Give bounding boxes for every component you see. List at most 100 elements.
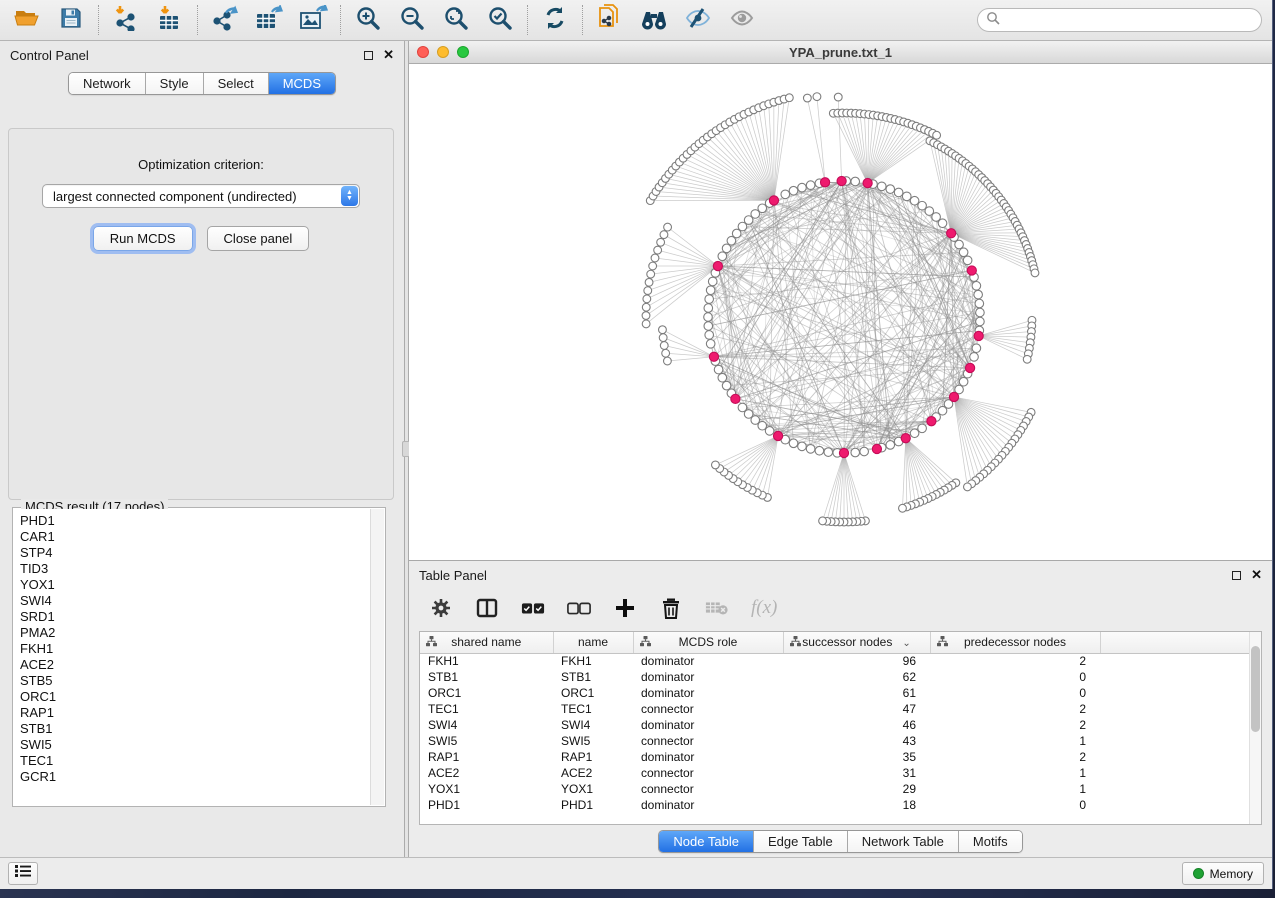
- cell-successor_nodes[interactable]: 35: [783, 749, 930, 765]
- cell-predecessor_nodes[interactable]: 1: [930, 733, 1100, 749]
- cell-successor_nodes[interactable]: 46: [783, 717, 930, 733]
- tab-edge-table[interactable]: Edge Table: [754, 831, 848, 852]
- cell-mcds_role[interactable]: connector: [633, 701, 783, 717]
- result-scrollbar[interactable]: [370, 509, 384, 805]
- cell-mcds_role[interactable]: dominator: [633, 653, 783, 669]
- leaf-node[interactable]: [654, 246, 662, 254]
- mcds-result-item[interactable]: PMA2: [20, 625, 364, 641]
- leaf-node[interactable]: [645, 278, 653, 286]
- cell-name[interactable]: ACE2: [553, 765, 633, 781]
- cell-predecessor_nodes[interactable]: 2: [930, 749, 1100, 765]
- save-session-button[interactable]: [56, 5, 86, 35]
- mcds-result-item[interactable]: RAP1: [20, 705, 364, 721]
- mcds-hub-node[interactable]: [872, 444, 881, 453]
- cell-predecessor_nodes[interactable]: 2: [930, 701, 1100, 717]
- cell-successor_nodes[interactable]: 47: [783, 701, 930, 717]
- table-row[interactable]: ACE2ACE2connector311: [420, 765, 1261, 781]
- cell-shared_name[interactable]: STB1: [420, 669, 553, 685]
- table-row[interactable]: YOX1YOX1connector291: [420, 781, 1261, 797]
- mcds-result-item[interactable]: GCR1: [20, 769, 364, 785]
- leaf-node[interactable]: [1031, 269, 1039, 277]
- mcds-result-item[interactable]: STB5: [20, 673, 364, 689]
- deselect-all-checkboxes-icon[interactable]: [567, 596, 591, 620]
- cell-predecessor_nodes[interactable]: 2: [930, 653, 1100, 669]
- cell-name[interactable]: TEC1: [553, 701, 633, 717]
- network-search-field[interactable]: [977, 8, 1262, 32]
- cell-mcds_role[interactable]: dominator: [633, 669, 783, 685]
- import-table-button[interactable]: [155, 5, 185, 35]
- float-panel-icon[interactable]: [364, 51, 373, 60]
- network-window-titlebar[interactable]: YPA_prune.txt_1: [409, 41, 1272, 64]
- network-node[interactable]: [955, 240, 964, 249]
- column-header-predecessor-nodes[interactable]: predecessor nodes: [930, 632, 1100, 653]
- network-node[interactable]: [722, 381, 731, 390]
- mcds-result-item[interactable]: TEC1: [20, 753, 364, 769]
- delete-table-icon[interactable]: [705, 596, 729, 620]
- cell-shared_name[interactable]: SWI4: [420, 717, 553, 733]
- table-row[interactable]: FKH1FKH1dominator962: [420, 653, 1261, 669]
- mcds-hub-node[interactable]: [949, 392, 958, 401]
- network-node[interactable]: [798, 442, 807, 451]
- network-graph[interactable]: [409, 64, 1271, 560]
- mcds-hub-node[interactable]: [769, 196, 778, 205]
- cell-shared_name[interactable]: TEC1: [420, 701, 553, 717]
- show-all-button[interactable]: [727, 5, 757, 35]
- network-node[interactable]: [706, 340, 715, 349]
- network-canvas[interactable]: [409, 64, 1272, 560]
- mcds-hub-node[interactable]: [839, 448, 848, 457]
- mcds-hub-node[interactable]: [947, 229, 956, 238]
- leaf-node[interactable]: [643, 295, 651, 303]
- network-node[interactable]: [718, 252, 727, 261]
- column-header-MCDS-role[interactable]: MCDS role: [633, 632, 783, 653]
- mcds-hub-node[interactable]: [927, 417, 936, 426]
- export-network-button[interactable]: [210, 5, 240, 35]
- cell-shared_name[interactable]: PHD1: [420, 797, 553, 813]
- mcds-result-item[interactable]: YOX1: [20, 577, 364, 593]
- tab-select[interactable]: Select: [204, 73, 269, 94]
- network-node[interactable]: [886, 185, 895, 194]
- leaf-node[interactable]: [662, 349, 670, 357]
- network-node[interactable]: [738, 403, 747, 412]
- tab-motifs[interactable]: Motifs: [959, 831, 1022, 852]
- tab-network-table[interactable]: Network Table: [848, 831, 959, 852]
- export-table-button[interactable]: [254, 5, 284, 35]
- network-node[interactable]: [976, 308, 985, 317]
- leaf-node[interactable]: [642, 320, 650, 328]
- zoom-out-button[interactable]: [397, 5, 427, 35]
- network-node[interactable]: [972, 344, 981, 353]
- network-node[interactable]: [765, 427, 774, 436]
- table-row[interactable]: STB1STB1dominator620: [420, 669, 1261, 685]
- leaf-node[interactable]: [659, 334, 667, 342]
- mcds-result-item[interactable]: ORC1: [20, 689, 364, 705]
- leaf-node[interactable]: [819, 517, 827, 525]
- memory-button[interactable]: Memory: [1182, 862, 1264, 885]
- leaf-node[interactable]: [785, 94, 793, 102]
- refresh-view-button[interactable]: [540, 5, 570, 35]
- search-network-button[interactable]: [639, 5, 669, 35]
- leaf-node[interactable]: [660, 231, 668, 239]
- tab-node-table[interactable]: Node Table: [659, 831, 754, 852]
- network-node[interactable]: [824, 448, 833, 457]
- mcds-result-item[interactable]: SWI4: [20, 593, 364, 609]
- leaf-node[interactable]: [657, 238, 665, 246]
- show-log-button[interactable]: [8, 862, 38, 885]
- cell-shared_name[interactable]: SWI5: [420, 733, 553, 749]
- column-header-successor-nodes[interactable]: successor nodes⌄: [783, 632, 930, 653]
- leaf-node[interactable]: [647, 270, 655, 278]
- delete-column-icon[interactable]: [659, 596, 683, 620]
- mcds-result-item[interactable]: STB1: [20, 721, 364, 737]
- hide-selected-button[interactable]: [683, 5, 713, 35]
- tab-mcds[interactable]: MCDS: [269, 73, 335, 94]
- cell-predecessor_nodes[interactable]: 1: [930, 781, 1100, 797]
- open-file-button[interactable]: [12, 5, 42, 35]
- network-node[interactable]: [886, 441, 895, 450]
- table-row[interactable]: RAP1RAP1dominator352: [420, 749, 1261, 765]
- cell-name[interactable]: YOX1: [553, 781, 633, 797]
- cell-predecessor_nodes[interactable]: 0: [930, 685, 1100, 701]
- table-row[interactable]: ORC1ORC1dominator610: [420, 685, 1261, 701]
- cell-mcds_role[interactable]: dominator: [633, 685, 783, 701]
- network-node[interactable]: [902, 192, 911, 201]
- network-node[interactable]: [963, 256, 972, 265]
- mcds-result-item[interactable]: FKH1: [20, 641, 364, 657]
- close-table-panel-icon[interactable]: ✕: [1251, 570, 1262, 580]
